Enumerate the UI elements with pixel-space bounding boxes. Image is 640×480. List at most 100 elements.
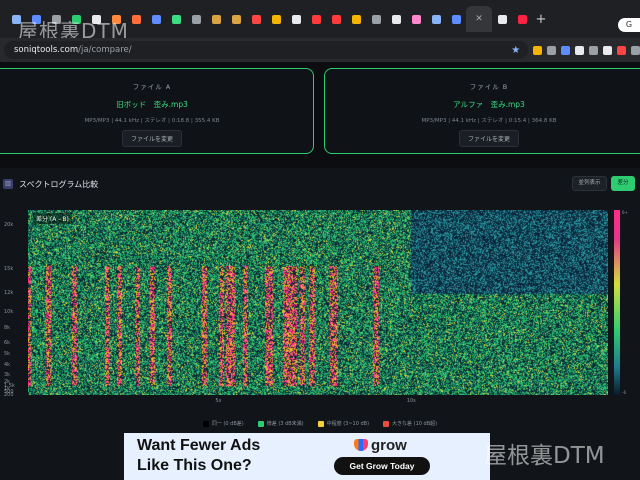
file-a-card: ファイル A 旧ボッド 歪み.mp3 MP3/MP3 | 44.1 kHz | … — [0, 68, 314, 154]
browser-tab[interactable] — [492, 6, 512, 32]
bookmark-star-icon[interactable]: ★ — [511, 45, 520, 56]
file-a-title: ファイル A — [132, 83, 172, 91]
tab-favicon-icon — [497, 14, 507, 24]
frequency-tick-label: 200 — [4, 392, 14, 398]
grow-logo-icon — [354, 439, 368, 451]
browser-tab[interactable] — [306, 6, 326, 32]
ad-brand-logo: grow — [354, 437, 407, 454]
browser-tab[interactable] — [186, 6, 206, 32]
profile-chip[interactable]: G — [618, 18, 640, 32]
file-a-meta: MP3/MP3 | 44.1 kHz | ステレオ | 0:18.8 | 355… — [84, 118, 220, 124]
extension-icon[interactable] — [589, 45, 599, 55]
browser-tab[interactable] — [246, 6, 266, 32]
extension-icon[interactable] — [631, 45, 640, 55]
legend-swatch — [202, 420, 209, 427]
legend-swatch — [383, 420, 390, 427]
frequency-tick-label: 12k — [4, 290, 14, 297]
browser-tab[interactable] — [406, 6, 426, 32]
frequency-tick-label: 3k — [4, 371, 11, 378]
tab-favicon-icon — [131, 14, 141, 24]
ad-cta-button[interactable]: Get Grow Today — [334, 457, 430, 475]
time-tick-label: 5s — [215, 398, 222, 404]
browser-tab[interactable] — [146, 6, 166, 32]
ad-banner[interactable]: Want Fewer Ads Like This One? grow Get G… — [124, 433, 490, 480]
frequency-tick-label: 20k — [4, 221, 14, 228]
tab-favicon-icon — [371, 14, 381, 24]
frequency-tick-label: 10k — [4, 308, 14, 315]
tab-favicon-icon — [151, 14, 161, 24]
browser-tab[interactable] — [446, 6, 466, 32]
browser-tab[interactable]: ✕ — [466, 6, 492, 32]
frequency-tick-label: 4k — [4, 362, 11, 369]
frequency-tick-label: 8k — [4, 325, 11, 332]
tab-favicon-icon — [411, 14, 421, 24]
tab-favicon-icon — [391, 14, 401, 24]
browser-tab[interactable] — [126, 6, 146, 32]
page-content: ファイル A 旧ボッド 歪み.mp3 MP3/MP3 | 44.1 kHz | … — [0, 62, 640, 480]
extension-icon[interactable] — [547, 45, 557, 55]
tab-favicon-icon — [191, 14, 201, 24]
browser-tab[interactable] — [512, 6, 532, 32]
spectrogram-image — [28, 210, 608, 395]
ad-headline-2: Like This One? — [137, 457, 252, 474]
extension-icon[interactable] — [603, 45, 613, 55]
browser-tab[interactable] — [346, 6, 366, 32]
browser-tab[interactable] — [426, 6, 446, 32]
close-tab-icon[interactable]: ✕ — [475, 14, 483, 24]
file-a-name: 旧ボッド 歪み.mp3 — [116, 100, 188, 109]
browser-tab[interactable] — [206, 6, 226, 32]
tab-favicon-icon — [517, 14, 527, 24]
new-tab-icon[interactable]: + — [532, 12, 550, 27]
colorbar-tick-label: 6+ — [622, 210, 628, 215]
browser-tab[interactable] — [386, 6, 406, 32]
time-tick-label: 10s — [406, 398, 416, 404]
browser-tab[interactable] — [366, 6, 386, 32]
extension-icon[interactable] — [561, 45, 571, 55]
colorbar-tick-label: -6 — [622, 390, 626, 395]
legend-label: 中程度 (3~10 dB) — [326, 421, 370, 427]
tab-favicon-icon — [291, 14, 301, 24]
file-b-change-button[interactable]: ファイルを変更 — [458, 130, 519, 147]
extension-icon[interactable] — [533, 45, 543, 55]
browser-tab[interactable] — [266, 6, 286, 32]
legend-item: 中程度 (3~10 dB) — [317, 420, 370, 427]
tab-favicon-icon — [311, 14, 321, 24]
watermark-bottom: 屋根裏DTM — [484, 443, 605, 469]
file-a-change-button[interactable]: ファイルを変更 — [121, 130, 182, 147]
url-path: /ja/compare/ — [78, 45, 132, 55]
file-b-name: アルファ 歪み.mp3 — [453, 100, 525, 109]
url-host: soniqtools.com — [14, 45, 79, 55]
extension-icon[interactable] — [617, 45, 627, 55]
tab-favicon-icon — [351, 14, 361, 24]
ad-headline-1: Want Fewer Ads — [137, 437, 261, 454]
difference-legend: 同一 (0 dB差) 微差 (3 dB未満) 中程度 (3~10 dB) 大きな差 (… — [0, 420, 640, 427]
tab-favicon-icon — [451, 14, 461, 24]
browser-tab[interactable] — [226, 6, 246, 32]
frequency-tick-label: 5k — [4, 351, 11, 358]
legend-item: 同一 (0 dB差) — [202, 420, 244, 427]
browser-tab[interactable] — [286, 6, 306, 32]
tab-favicon-icon — [431, 14, 441, 24]
legend-swatch — [317, 420, 324, 427]
side-by-side-button[interactable]: 並列表示 — [572, 176, 607, 191]
file-b-title: ファイル B — [469, 83, 509, 91]
spectrogram-icon: ▥ — [3, 179, 13, 189]
spectrogram-overlay-label: 差分 (A - B) — [33, 213, 72, 224]
file-b-meta: MP3/MP3 | 44.1 kHz | ステレオ | 0:15.4 | 364… — [421, 118, 557, 124]
legend-item: 大きな差 (10 dB超) — [383, 420, 437, 427]
spectrogram-title: スペクトログラム比較 — [19, 180, 99, 189]
extension-icon[interactable] — [575, 45, 585, 55]
address-bar-row: soniqtools.com/ja/compare/ ★ — [0, 38, 640, 62]
spectrogram-canvas[interactable] — [28, 210, 608, 395]
tab-favicon-icon — [211, 14, 221, 24]
tab-favicon-icon — [331, 14, 341, 24]
difference-button[interactable]: 差分 — [611, 176, 635, 191]
address-bar[interactable]: soniqtools.com/ja/compare/ ★ — [4, 41, 529, 59]
legend-swatch — [257, 420, 264, 427]
legend-item: 微差 (3 dB未満) — [257, 420, 304, 427]
colorbar — [614, 210, 620, 395]
legend-label: 同一 (0 dB差) — [211, 421, 244, 427]
browser-tab[interactable] — [326, 6, 346, 32]
frequency-tick-label: 6k — [4, 340, 11, 347]
browser-tab[interactable] — [166, 6, 186, 32]
